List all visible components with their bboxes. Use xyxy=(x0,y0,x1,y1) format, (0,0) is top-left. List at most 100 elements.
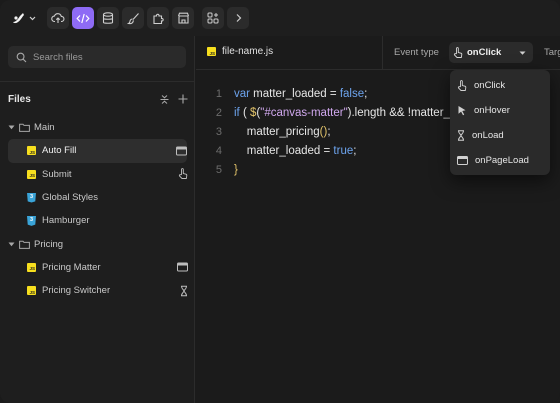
folder-label: Pricing xyxy=(34,238,64,250)
chevron-down-icon xyxy=(8,242,15,247)
js-file-icon: JS xyxy=(207,47,216,56)
hand-pointer-icon xyxy=(457,79,467,92)
line-number: 2 xyxy=(215,106,222,119)
file-global-styles[interactable]: 3 Global Styles xyxy=(0,186,195,209)
js-file-icon: JS xyxy=(27,262,36,272)
collapse-all-icon[interactable] xyxy=(160,94,169,105)
folder-main[interactable]: Main xyxy=(0,116,195,139)
brush-icon xyxy=(126,12,140,25)
extensions-button[interactable] xyxy=(147,7,169,29)
brand-menu-button[interactable] xyxy=(6,7,42,29)
hand-pointer-icon xyxy=(178,168,188,180)
css-file-icon: 3 xyxy=(27,192,36,203)
code-text: matter_pricing xyxy=(234,125,320,138)
puzzle-icon xyxy=(152,12,165,25)
editor-header: JS file-name.js Event type onClick Targe… xyxy=(196,36,560,70)
option-onhover[interactable]: onHover xyxy=(450,98,550,123)
line-number: 5 xyxy=(215,163,222,176)
file-label: Submit xyxy=(42,168,72,180)
css-file-icon: 3 xyxy=(27,215,36,226)
option-label: onHover xyxy=(474,105,510,116)
option-onpageload[interactable]: onPageLoad xyxy=(450,148,550,173)
search-input[interactable] xyxy=(33,51,173,63)
page-load-icon xyxy=(457,156,468,165)
folder-icon xyxy=(19,240,30,249)
option-onload[interactable]: onLoad xyxy=(450,123,550,148)
event-type-select[interactable]: onClick xyxy=(449,42,533,63)
divider xyxy=(0,81,195,82)
file-label: Hamburger xyxy=(42,215,90,227)
file-tab[interactable]: JS file-name.js xyxy=(207,46,273,57)
file-hamburger[interactable]: 3 Hamburger xyxy=(0,209,195,232)
database-button[interactable] xyxy=(97,7,119,29)
brand-logo-icon xyxy=(12,12,26,24)
folder-pricing[interactable]: Pricing xyxy=(0,232,195,255)
event-type-value: onClick xyxy=(467,47,502,58)
chevron-down-icon xyxy=(8,125,15,130)
line-number: 1 xyxy=(215,87,222,100)
chevron-down-icon xyxy=(29,16,36,21)
chevron-right-icon xyxy=(235,13,242,23)
file-tab-name: file-name.js xyxy=(222,46,274,57)
js-file-icon: JS xyxy=(27,169,36,179)
store-button[interactable] xyxy=(172,7,194,29)
line-number: 4 xyxy=(215,144,222,157)
more-button[interactable] xyxy=(227,7,249,29)
option-label: onClick xyxy=(474,80,506,91)
code-text: ; xyxy=(353,144,357,157)
style-button[interactable] xyxy=(122,7,144,29)
js-file-icon: JS xyxy=(27,286,36,296)
page-load-icon xyxy=(176,146,187,156)
file-submit[interactable]: JS Submit xyxy=(0,163,195,186)
file-sidebar: Files Main JS Auto Fill xyxy=(0,36,195,403)
components-icon xyxy=(207,12,219,24)
code-brace: } xyxy=(234,163,238,176)
code-text: ( xyxy=(239,106,250,119)
file-pricing-matter[interactable]: JS Pricing Matter xyxy=(0,256,195,279)
upload-button[interactable] xyxy=(47,7,69,29)
boolean-literal: true xyxy=(333,144,354,157)
cursor-arrow-icon xyxy=(457,105,467,116)
search-icon xyxy=(16,52,27,63)
keyword: var xyxy=(234,87,250,100)
database-icon xyxy=(102,11,114,25)
cloud-upload-icon xyxy=(51,12,65,24)
caret-down-icon xyxy=(519,51,526,55)
app-window: Files Main JS Auto Fill xyxy=(0,0,560,403)
string-literal: "#canvas-matter" xyxy=(260,106,348,119)
code-icon xyxy=(76,13,90,24)
code-text: ; xyxy=(327,125,331,138)
divider xyxy=(382,36,383,70)
file-label: Auto Fill xyxy=(42,145,77,157)
page-load-icon xyxy=(177,262,188,272)
hourglass-icon xyxy=(180,285,188,296)
target-label: Target xyxy=(544,47,560,58)
event-type-label: Event type xyxy=(394,47,439,58)
file-auto-fill[interactable]: JS Auto Fill xyxy=(8,139,187,163)
add-file-icon[interactable] xyxy=(178,94,188,104)
option-onclick[interactable]: onClick xyxy=(450,73,550,98)
folder-label: Main xyxy=(34,122,55,134)
components-button[interactable] xyxy=(202,7,224,29)
hand-pointer-icon xyxy=(453,46,463,59)
top-toolbar xyxy=(0,0,560,36)
files-header: Files xyxy=(8,92,188,106)
code-button[interactable] xyxy=(72,7,94,29)
event-type-dropdown: onClick onHover onLoad onPageLoad xyxy=(450,70,550,175)
search-box[interactable] xyxy=(8,46,186,68)
files-title: Files xyxy=(8,93,31,105)
store-icon xyxy=(177,12,190,24)
file-label: Pricing Switcher xyxy=(42,285,111,297)
js-file-icon: JS xyxy=(27,146,36,156)
code-text: matter_loaded = xyxy=(234,144,334,157)
line-number: 3 xyxy=(215,125,222,138)
file-label: Global Styles xyxy=(42,192,98,204)
option-label: onLoad xyxy=(472,130,504,141)
code-text: ; xyxy=(364,87,368,100)
hourglass-icon xyxy=(457,130,465,141)
file-tree: Main JS Auto Fill JS Submit 3 Global Sty… xyxy=(0,116,195,302)
file-pricing-switcher[interactable]: JS Pricing Switcher xyxy=(0,279,195,302)
file-label: Pricing Matter xyxy=(42,261,101,273)
boolean-literal: false xyxy=(339,87,365,100)
code-text: matter_loaded = xyxy=(249,87,340,100)
